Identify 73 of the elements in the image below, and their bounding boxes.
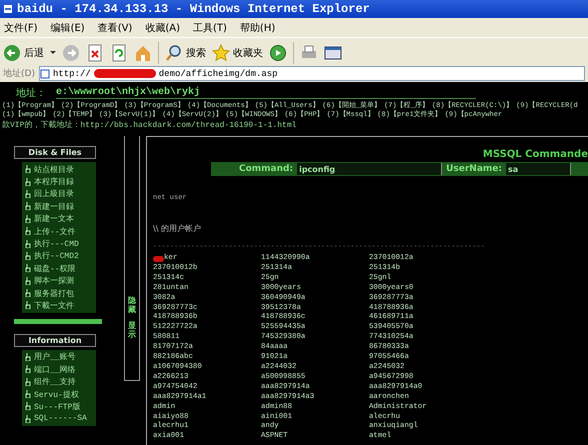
pointer-hand-icon bbox=[25, 264, 31, 272]
sidebar-item[interactable]: 服务器打包 bbox=[22, 286, 74, 300]
path-label: 地址： bbox=[16, 86, 46, 100]
sidebar-item[interactable]: 下載一文件 bbox=[22, 299, 74, 312]
ie-page-icon bbox=[3, 4, 13, 14]
pointer-hand-icon bbox=[25, 165, 31, 174]
home-icon bbox=[134, 44, 152, 62]
page-icon bbox=[40, 68, 50, 78]
sidebar-item[interactable]: 执行--CMD2 bbox=[22, 250, 79, 262]
menu-item[interactable]: 文件(F) bbox=[4, 20, 38, 34]
section-header: Disk & Files bbox=[14, 146, 96, 159]
pointer-hand-icon bbox=[25, 402, 31, 410]
pointer-hand-icon bbox=[25, 214, 31, 223]
pointer-hand-icon bbox=[25, 178, 31, 186]
pointer-hand-icon bbox=[25, 352, 31, 361]
sidebar-item[interactable]: SQL------SA bbox=[22, 412, 87, 426]
edit-window-icon bbox=[324, 44, 342, 62]
refresh-icon bbox=[110, 44, 128, 62]
sidebar-item[interactable]: 站点根目录 bbox=[22, 163, 74, 176]
sidebar-item[interactable]: 上传--文件 bbox=[22, 224, 76, 238]
redaction-mark bbox=[153, 256, 164, 262]
menu-item[interactable]: 帮助(H) bbox=[240, 20, 276, 34]
pointer-hand-icon bbox=[25, 252, 31, 260]
sidebar-item[interactable]: 端口__网络 bbox=[22, 363, 76, 376]
search-button[interactable]: 搜索 bbox=[165, 44, 206, 62]
back-button[interactable]: 后退 bbox=[3, 44, 44, 62]
menu-item[interactable]: 工具(T) bbox=[193, 20, 227, 34]
sidebar-item[interactable]: 新建一目録 bbox=[22, 200, 74, 213]
pointer-hand-icon bbox=[25, 390, 31, 398]
address-label: 地址(D) bbox=[3, 68, 35, 80]
redaction-mark bbox=[94, 69, 156, 78]
pointer-hand-icon bbox=[25, 414, 31, 423]
window-title: baidu - 174.34.133.13 - Windows Internet Explorer bbox=[17, 2, 370, 16]
sidebar-item[interactable]: Servu-提权 bbox=[22, 388, 79, 400]
caret-icon[interactable] bbox=[50, 51, 56, 54]
pointer-hand-icon bbox=[25, 301, 31, 310]
pointer-hand-icon bbox=[25, 378, 31, 386]
menu-item[interactable]: 查看(V) bbox=[98, 20, 132, 34]
section-header: Information bbox=[14, 334, 96, 347]
pointer-hand-icon bbox=[25, 227, 31, 236]
sidebar-item[interactable]: Su---FTP版 bbox=[22, 400, 80, 413]
output-heading: \\ 的用户帐户 bbox=[153, 223, 202, 234]
command-field[interactable]: ipconfig bbox=[297, 163, 442, 175]
download-notice: 款VIP的，下載地址：http://bbs.hackdark.com/thread-16190-1-1.html bbox=[1, 120, 298, 131]
pointer-hand-icon bbox=[25, 365, 31, 374]
username-label: UserName: bbox=[446, 164, 502, 174]
favorites-button[interactable]: 收藏夹 bbox=[212, 44, 263, 62]
menu-item[interactable]: 编辑(E) bbox=[50, 20, 85, 34]
command-label: Command: bbox=[239, 164, 294, 174]
search-icon bbox=[165, 44, 183, 62]
menu-item[interactable]: 收藏(A) bbox=[145, 20, 180, 34]
sidebar-item[interactable]: 用户__账号 bbox=[22, 350, 76, 364]
username-field[interactable]: sa bbox=[506, 163, 571, 175]
media-icon bbox=[269, 44, 287, 62]
pointer-hand-icon bbox=[25, 190, 31, 198]
sidebar-item[interactable]: 本程序目録 bbox=[22, 175, 74, 188]
stop-icon bbox=[86, 44, 104, 62]
sidebar-item[interactable]: 脚本一探测 bbox=[22, 274, 74, 287]
toggle-button[interactable]: 隐藏 bbox=[128, 296, 136, 314]
star-icon bbox=[212, 44, 230, 62]
sidebar-item[interactable]: 执行---CMD bbox=[22, 237, 79, 250]
pointer-hand-icon bbox=[25, 240, 31, 248]
sidebar-item[interactable]: 磁盘--权限 bbox=[22, 262, 76, 275]
address-field[interactable]: http:// demo/afficheimg/dm.asp bbox=[38, 66, 585, 81]
sidebar-item[interactable]: 回上級目录 bbox=[22, 188, 74, 200]
path-field[interactable]: e:\wwwroot\nhjx\web\rykj bbox=[56, 87, 476, 99]
sidebar-item[interactable]: 新建一文本 bbox=[22, 212, 74, 225]
toggle-button[interactable]: 显示 bbox=[128, 322, 136, 340]
pointer-hand-icon bbox=[25, 289, 31, 298]
pointer-hand-icon bbox=[25, 276, 31, 285]
panel-title: MSSQL Commande bbox=[482, 149, 588, 160]
pointer-hand-icon bbox=[25, 202, 31, 210]
sidebar-item[interactable]: 组件__支持 bbox=[22, 375, 76, 388]
